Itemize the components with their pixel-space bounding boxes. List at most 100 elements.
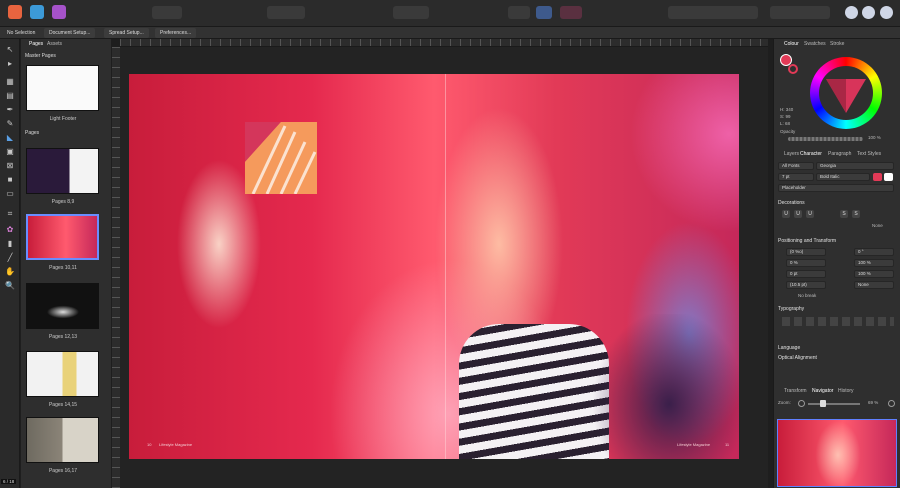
text-frame-button[interactable] (536, 6, 552, 19)
horizontal-scale-field[interactable]: 100 % (854, 270, 894, 278)
language-heading[interactable]: Language (778, 345, 800, 351)
tracking-field[interactable]: 0 pt (786, 270, 826, 278)
share-icon[interactable] (862, 6, 875, 19)
arrange-buttons[interactable] (668, 6, 758, 19)
font-style-select[interactable]: Bold Italic (816, 173, 870, 181)
underline-button[interactable]: U (782, 210, 790, 218)
character-style-select[interactable]: Placeholder (778, 184, 894, 192)
pen-tool-icon[interactable]: ✒ (5, 105, 15, 115)
studio-panel: Colour Swatches Stroke H: 340 S: 99 L: 6… (773, 39, 900, 488)
tab-text-styles[interactable]: Text Styles (857, 151, 881, 157)
spread-setup-button[interactable]: Spread Setup... (104, 28, 149, 38)
zoom-slider[interactable] (808, 403, 860, 405)
vertical-ruler[interactable] (112, 47, 120, 488)
assistant-icon[interactable] (845, 6, 858, 19)
eyedropper-tool-icon[interactable]: ╱ (5, 253, 15, 263)
tab-navigator[interactable]: Navigator (812, 388, 833, 394)
master-page-thumbnail[interactable] (26, 65, 99, 111)
pencil-tool-icon[interactable]: ✎ (5, 119, 15, 129)
leading-field[interactable]: (10.5 pt) (786, 281, 826, 289)
hand-tool-icon[interactable]: ✋ (5, 267, 15, 277)
vertical-scale-field[interactable]: 100 % (854, 259, 894, 267)
tab-character[interactable]: Character (800, 151, 822, 157)
fill-bucket-icon[interactable]: ▮ (5, 239, 15, 249)
preview-mode-button[interactable] (508, 6, 530, 19)
photo-persona-icon[interactable] (52, 5, 66, 19)
decoration-none-label: None (872, 223, 883, 228)
picture-frame-tool-icon[interactable]: ⊠ (5, 161, 15, 171)
underline-custom-button[interactable]: U (806, 210, 814, 218)
spread-thumbnail-14-15[interactable] (26, 351, 99, 397)
highlight-color-swatch[interactable] (884, 173, 893, 181)
view-toggle-button[interactable] (152, 6, 182, 19)
navigator-preview[interactable] (777, 419, 897, 487)
preferences-button[interactable]: Preferences... (155, 28, 197, 38)
tab-assets[interactable]: Assets (47, 41, 62, 47)
zoom-tool-icon[interactable]: 🔍 (5, 281, 15, 291)
shape-tool-icon[interactable]: ■ (5, 175, 15, 185)
text-color-swatch[interactable] (873, 173, 882, 181)
no-break-label[interactable]: No break (798, 293, 816, 298)
frame-tools-button[interactable] (267, 6, 305, 19)
tab-colour[interactable]: Colour (784, 41, 799, 47)
color-wheel[interactable] (810, 57, 882, 129)
optical-alignment-heading[interactable]: Optical Alignment (778, 355, 817, 361)
decorations-heading[interactable]: Decorations (778, 200, 805, 206)
document-setup-button[interactable]: Document Setup... (44, 28, 96, 38)
horizontal-ruler[interactable] (120, 39, 768, 47)
font-size-field[interactable]: 7 pt (778, 173, 814, 181)
tab-history[interactable]: History (838, 388, 854, 394)
opacity-value: 100 % (868, 135, 881, 140)
fill-tool-icon[interactable]: ◣ (5, 133, 15, 143)
rectangle-tool-icon[interactable]: ▭ (5, 189, 15, 199)
baseline-field[interactable]: (0 %o) (786, 248, 826, 256)
zoom-in-icon[interactable] (888, 400, 895, 407)
align-buttons[interactable] (770, 6, 830, 19)
saturation-value: S: 99 (780, 114, 791, 119)
crop-tool-icon[interactable]: ⌗ (5, 209, 15, 219)
footer-page-number-right: 11 (725, 442, 730, 447)
node-tool-icon[interactable]: ▸ (5, 59, 15, 69)
document-canvas[interactable]: 10 Lifestyle Magazine Lifestyle Magazine… (120, 47, 768, 488)
typography-heading[interactable]: Typography (778, 306, 804, 312)
move-tool-icon[interactable]: ↖ (5, 45, 15, 55)
spread-label: Pages 16,17 (48, 468, 78, 474)
font-collection-select[interactable]: All Fonts (778, 162, 814, 170)
tab-layers[interactable]: Layers (784, 151, 799, 157)
kerning-field[interactable]: 0 % (786, 259, 826, 267)
font-family-select[interactable]: Georgia (816, 162, 894, 170)
help-icon[interactable] (880, 6, 893, 19)
zoom-out-icon[interactable] (798, 400, 805, 407)
snapping-button[interactable] (393, 6, 429, 19)
designer-persona-icon[interactable] (30, 5, 44, 19)
text-frame-tool-icon[interactable]: ▣ (5, 147, 15, 157)
double-underline-button[interactable]: U (794, 210, 802, 218)
shear-field[interactable]: 0 ° (854, 248, 894, 256)
tab-paragraph[interactable]: Paragraph (828, 151, 851, 157)
grid-tool-icon[interactable]: ▤ (5, 91, 15, 101)
spread-thumbnail-10-11[interactable] (26, 214, 99, 260)
affinity-publisher-logo[interactable] (245, 122, 317, 195)
preflight-button[interactable] (560, 6, 582, 19)
strikethrough-button[interactable]: S (840, 210, 848, 218)
spread-thumbnail-16-17[interactable] (26, 417, 99, 463)
opacity-slider[interactable] (788, 137, 863, 141)
typography-buttons[interactable] (782, 317, 894, 326)
master-page-label: Light Footer (49, 116, 77, 122)
tab-stroke[interactable]: Stroke (830, 41, 844, 47)
spread-photo[interactable]: 10 Lifestyle Magazine Lifestyle Magazine… (129, 74, 739, 459)
spread-thumbnail-12-13[interactable] (26, 283, 99, 329)
double-strikethrough-button[interactable]: S (852, 210, 860, 218)
color-picker-tool-icon[interactable]: ✿ (5, 225, 15, 235)
table-tool-icon[interactable]: ▦ (5, 77, 15, 87)
publisher-persona-icon[interactable] (8, 5, 22, 19)
stroke-color-swatch[interactable] (788, 64, 798, 74)
positioning-heading[interactable]: Positioning and Transform (778, 238, 836, 244)
spread-thumbnail-8-9[interactable] (26, 148, 99, 194)
tab-pages[interactable]: Pages (29, 41, 43, 47)
page-counter: 6 / 18 (1, 479, 17, 484)
tab-swatches[interactable]: Swatches (804, 41, 826, 47)
case-select[interactable]: None (854, 281, 894, 289)
zoom-slider-handle[interactable] (820, 400, 826, 407)
tab-transform[interactable]: Transform (784, 388, 807, 394)
